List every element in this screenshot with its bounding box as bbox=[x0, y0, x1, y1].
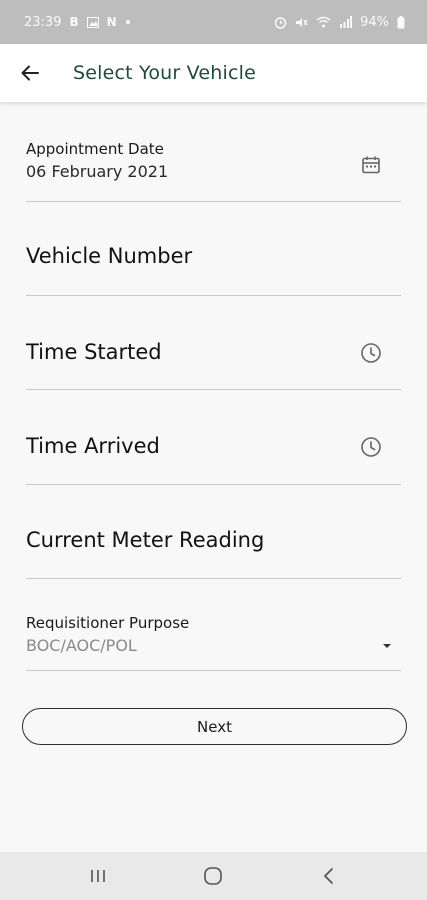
recent-apps-icon[interactable] bbox=[78, 856, 118, 896]
clock-icon[interactable] bbox=[359, 341, 383, 365]
b-notification-icon: B bbox=[69, 15, 79, 29]
time-arrived-placeholder: Time Arrived bbox=[26, 434, 160, 458]
appointment-date-value: 06 February 2021 bbox=[26, 162, 169, 181]
requisitioner-purpose-dropdown[interactable]: Requisitioner Purpose BOC/AOC/POL bbox=[26, 614, 401, 671]
status-bar: 23:39 B N 94% bbox=[0, 0, 427, 44]
status-bar-left: 23:39 B N bbox=[24, 15, 131, 30]
battery-percent: 94% bbox=[360, 14, 389, 30]
appointment-date-field[interactable]: Appointment Date 06 February 2021 bbox=[26, 140, 401, 202]
app-bar: Select Your Vehicle bbox=[0, 44, 427, 102]
status-bar-right: 94% bbox=[274, 15, 405, 30]
system-nav-bar bbox=[0, 852, 427, 900]
time-started-field[interactable]: Time Started bbox=[26, 296, 401, 390]
mute-icon bbox=[295, 16, 308, 29]
time-arrived-field[interactable]: Time Arrived bbox=[26, 390, 401, 485]
current-meter-reading-placeholder: Current Meter Reading bbox=[26, 528, 265, 552]
dot-icon bbox=[125, 19, 131, 25]
status-time: 23:39 bbox=[24, 14, 62, 30]
clock-icon[interactable] bbox=[359, 435, 383, 459]
battery-icon bbox=[397, 15, 405, 29]
back-icon[interactable] bbox=[309, 856, 349, 896]
alarm-icon bbox=[274, 16, 287, 29]
vehicle-number-placeholder: Vehicle Number bbox=[26, 244, 193, 268]
calendar-icon[interactable] bbox=[359, 153, 383, 177]
time-started-placeholder: Time Started bbox=[26, 340, 162, 364]
next-button[interactable]: Next bbox=[22, 708, 407, 745]
dropdown-arrow-icon[interactable] bbox=[375, 634, 399, 658]
signal-icon bbox=[339, 16, 353, 28]
gallery-notification-icon bbox=[86, 16, 99, 28]
page-title: Select Your Vehicle bbox=[73, 62, 257, 84]
back-button[interactable] bbox=[8, 51, 52, 95]
requisitioner-purpose-value: BOC/AOC/POL bbox=[26, 636, 137, 655]
vehicle-number-field[interactable]: Vehicle Number bbox=[26, 202, 401, 296]
arrow-left-icon bbox=[21, 65, 39, 81]
home-icon[interactable] bbox=[193, 856, 233, 896]
appointment-date-label: Appointment Date bbox=[26, 140, 164, 158]
wifi-icon bbox=[316, 16, 331, 28]
n-notification-icon: N bbox=[106, 15, 117, 29]
requisitioner-purpose-label: Requisitioner Purpose bbox=[26, 614, 190, 632]
current-meter-reading-field[interactable]: Current Meter Reading bbox=[26, 485, 401, 579]
